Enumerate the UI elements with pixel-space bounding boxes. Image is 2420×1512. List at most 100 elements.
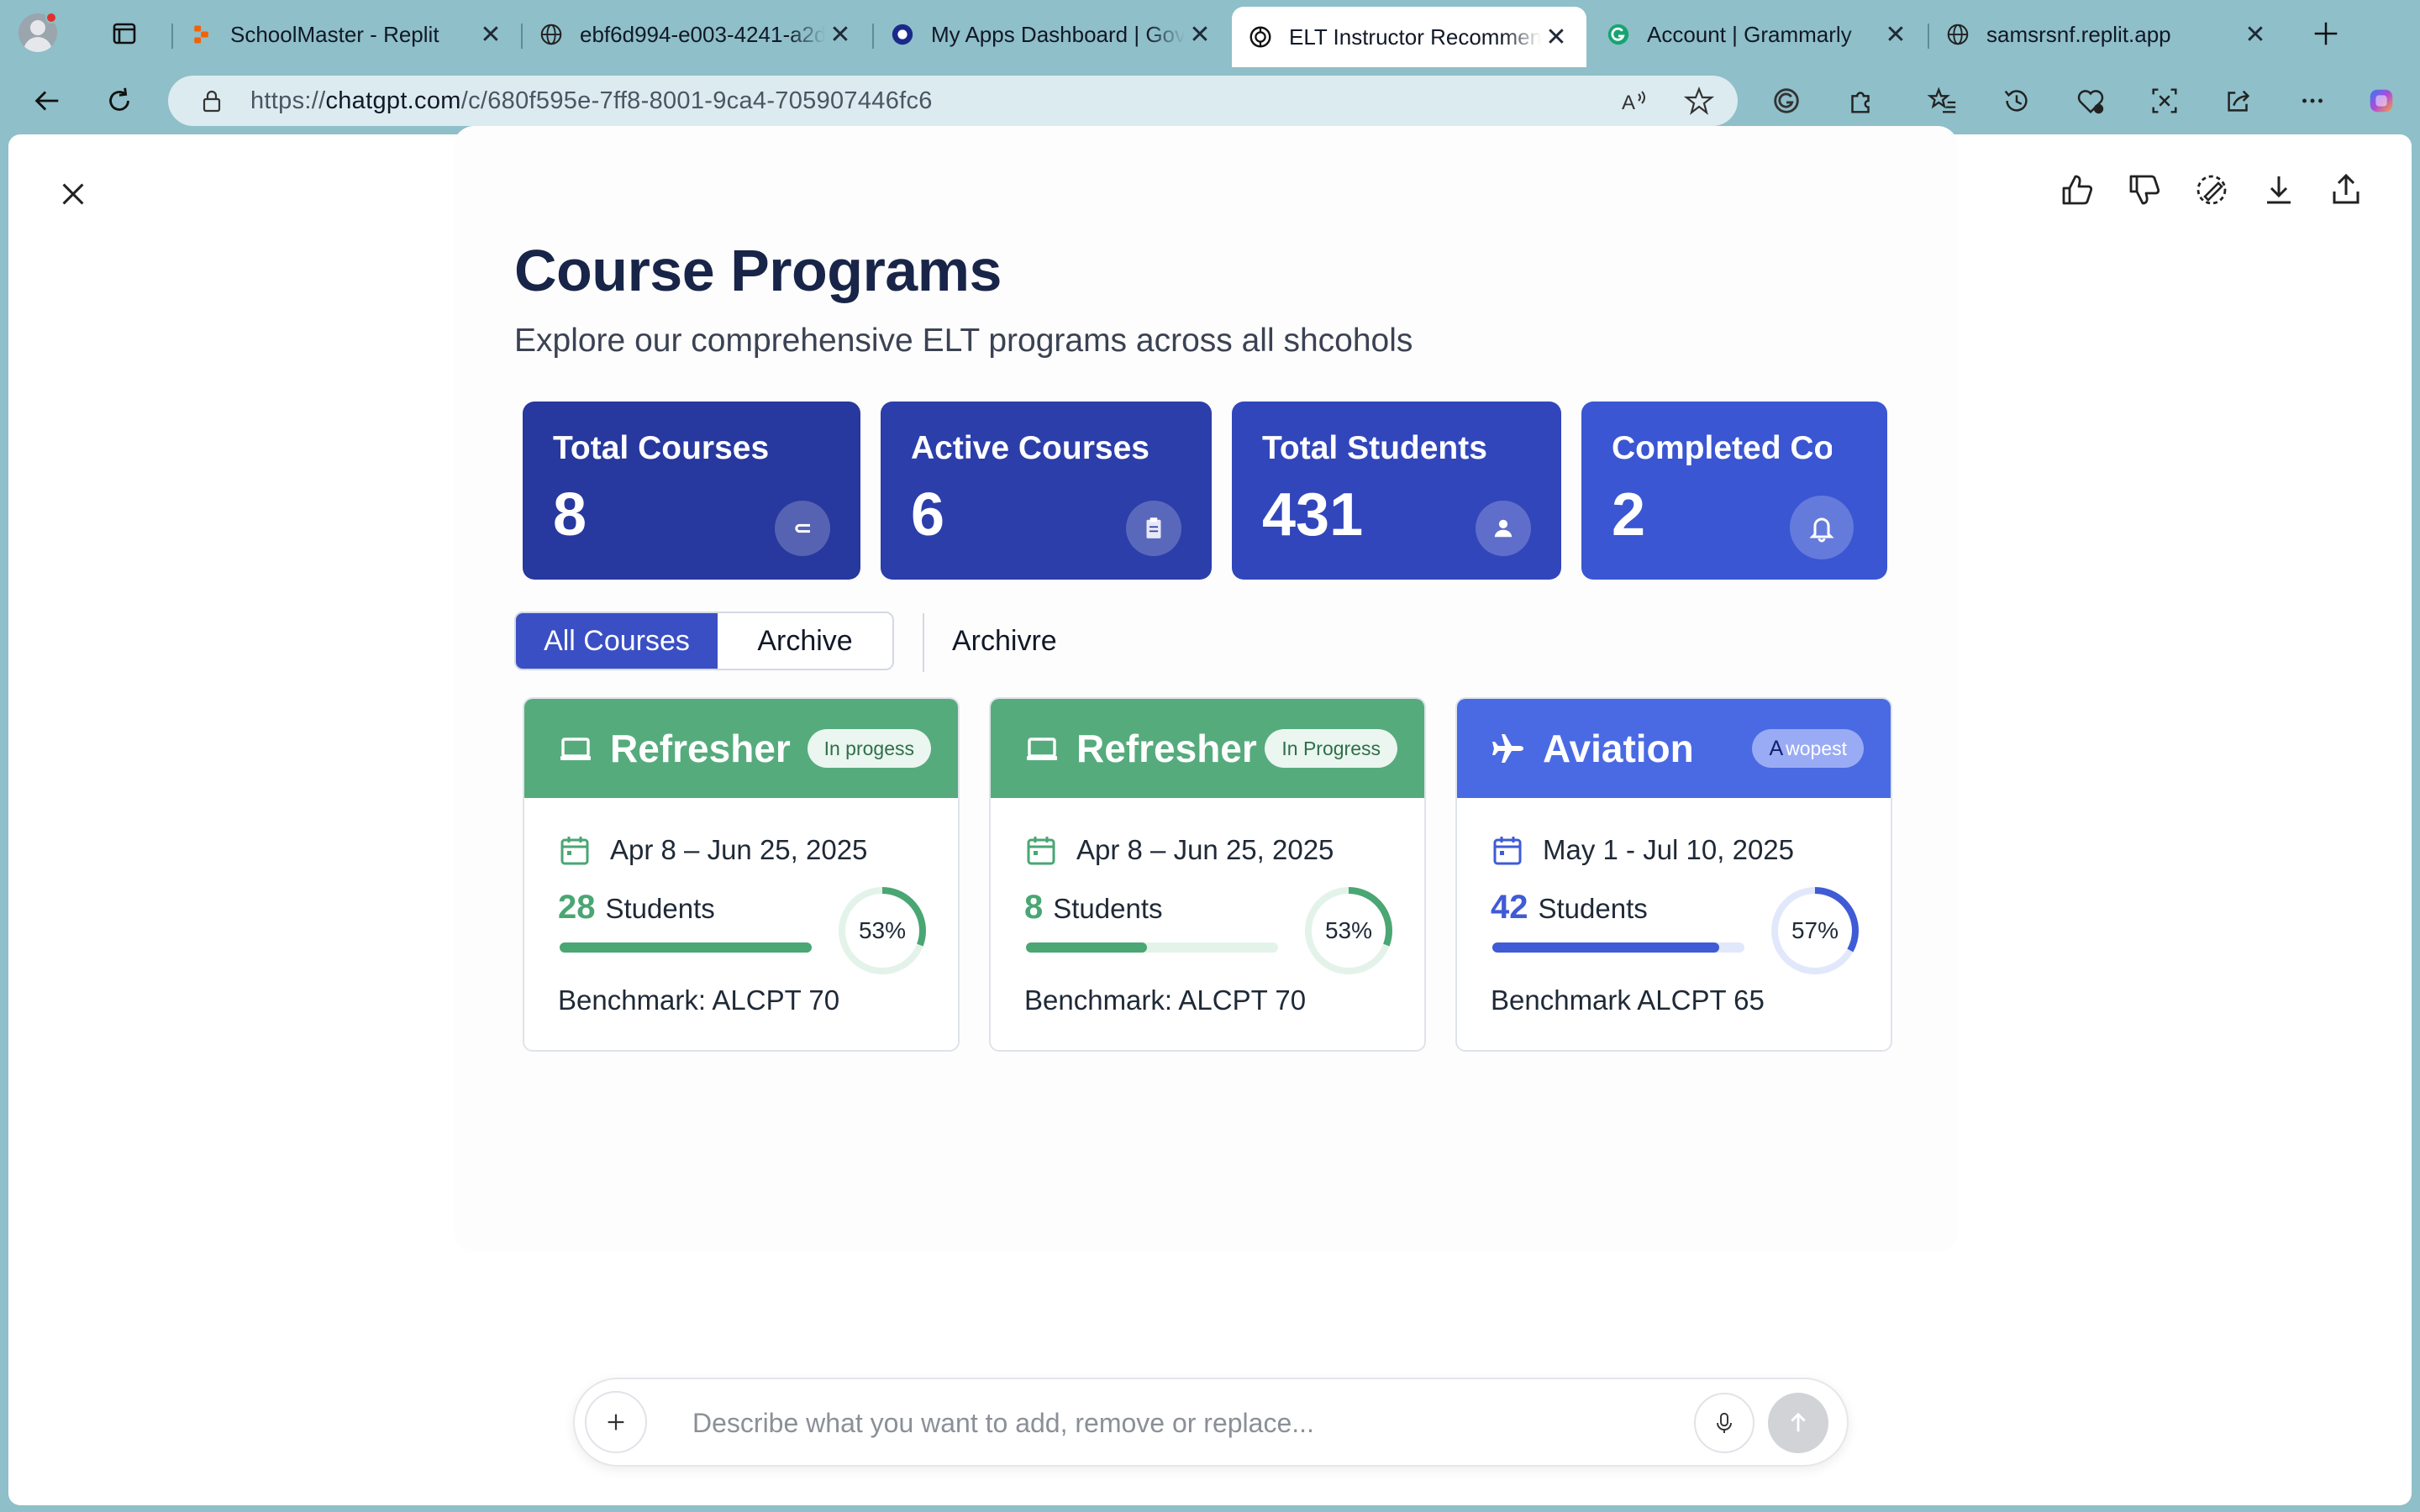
page-subtitle: Explore our comprehensive ELT programs a… — [514, 323, 1413, 359]
tab-title: samsrsnf.replit.app — [1986, 21, 2171, 47]
thumbs-down-icon[interactable] — [2123, 168, 2166, 212]
extensions-puzzle-icon[interactable] — [1844, 84, 1877, 118]
course-name: Refresher — [1076, 727, 1257, 770]
bell-icon — [1790, 496, 1854, 559]
browser-essentials-icon[interactable] — [2074, 84, 2107, 118]
grammarly-icon — [1605, 21, 1632, 48]
stat-card-total-students: Total Students 431 — [1232, 402, 1561, 580]
progress-fill — [1026, 942, 1147, 953]
globe-icon — [1944, 21, 1971, 48]
thumbs-up-icon[interactable] — [2055, 168, 2099, 212]
stat-card-completed-courses: Completed Courses 2 — [1581, 402, 1887, 580]
students-label: Students — [605, 893, 715, 924]
student-count: 8 — [1024, 889, 1044, 926]
page-title: Course Programs — [514, 238, 1002, 303]
filter-all-courses-button[interactable]: All Courses — [516, 613, 718, 669]
screenshot-icon[interactable] — [2148, 84, 2181, 118]
student-count: 42 — [1491, 889, 1528, 926]
course-benchmark: Benchmark: ALCPT 70 — [1024, 984, 1307, 1016]
tab-title: ebf6d994-e003-4241-a2d — [580, 21, 825, 47]
tab-title: ELT Instructor Recommend — [1289, 24, 1541, 50]
student-progress-bar — [1492, 942, 1744, 953]
openai-icon — [1247, 24, 1274, 50]
okta-icon — [889, 21, 916, 48]
student-count: 28 — [558, 889, 596, 926]
close-icon[interactable] — [52, 173, 94, 215]
globe-icon — [538, 21, 565, 48]
students-label: Students — [1538, 893, 1648, 924]
student-progress-bar — [560, 942, 812, 953]
stat-label: Total Students — [1262, 430, 1487, 466]
back-arrow-icon[interactable] — [29, 82, 66, 119]
share-icon[interactable] — [2222, 84, 2255, 118]
download-icon[interactable] — [2257, 168, 2301, 212]
close-tab-icon[interactable]: ✕ — [2240, 19, 2270, 50]
microphone-icon — [1717, 1412, 1732, 1433]
close-tab-icon[interactable]: ✕ — [1185, 19, 1215, 50]
browser-tab-bar: SchoolMaster - Replit ✕ ebf6d994-e003-42… — [0, 0, 2420, 67]
course-benchmark: Benchmark: ALCPT 70 — [558, 984, 840, 1016]
plus-icon — [608, 1414, 624, 1431]
new-tab-icon[interactable] — [2307, 15, 2344, 52]
close-tab-icon[interactable]: ✕ — [1881, 19, 1911, 50]
course-dates: Apr 8 – Jun 25, 2025 — [610, 834, 868, 865]
course-name: Aviation — [1543, 727, 1694, 770]
laptop-icon — [1027, 738, 1057, 760]
filter-archivre-button[interactable]: Archivre — [952, 625, 1057, 658]
close-tab-icon[interactable]: ✕ — [476, 19, 506, 50]
progress-fill — [560, 942, 812, 953]
tab-elt-instructor[interactable]: ELT Instructor Recommend ✕ — [1232, 7, 1586, 67]
arrow-up-icon — [1791, 1412, 1806, 1432]
course-card-refresher-2[interactable]: Refresher In Progress Apr 8 – Jun 25, 20… — [989, 697, 1426, 1052]
completion-percent: 57% — [1791, 917, 1839, 943]
more-options-icon[interactable] — [2296, 84, 2329, 118]
stat-card-total-courses: Total Courses 8 — [523, 402, 860, 580]
stat-card-active-courses: Active Courses 6 — [881, 402, 1212, 580]
completion-percent: 53% — [1324, 917, 1373, 943]
course-card-refresher-1[interactable]: Refresher In progess Apr 8 – Jun 25, 202… — [523, 697, 960, 1052]
tab-schoolmaster[interactable]: SchoolMaster - Replit ✕ — [171, 8, 521, 60]
calendar-icon — [1493, 837, 1522, 865]
airplane-icon — [1492, 734, 1523, 763]
microphone-button[interactable] — [1694, 1393, 1754, 1453]
tab-title: SchoolMaster - Replit — [230, 21, 439, 47]
copilot-icon[interactable] — [2365, 84, 2398, 118]
tab-samsrsnf[interactable]: samsrsnf.replit.app ✕ — [1928, 8, 2286, 60]
filter-divider — [923, 613, 924, 672]
calendar-icon — [560, 837, 589, 865]
url-text: https://chatgpt.com/c/680f595e-7ff8-8001… — [250, 87, 933, 114]
send-button[interactable] — [1768, 1393, 1828, 1453]
status-badge: Awopest — [1752, 729, 1864, 768]
edit-design-icon[interactable] — [2190, 168, 2233, 212]
add-attachment-button[interactable] — [585, 1391, 647, 1453]
read-aloud-icon[interactable]: A — [1620, 86, 1650, 116]
edit-prompt-bar — [573, 1378, 1849, 1467]
completion-percent: 53% — [858, 917, 907, 943]
status-badge: In Progress — [1265, 729, 1397, 768]
close-tab-icon[interactable]: ✕ — [825, 19, 855, 50]
favorites-icon[interactable] — [1926, 84, 1960, 118]
tab-ebf6d994[interactable]: ebf6d994-e003-4241-a2d ✕ — [521, 8, 871, 60]
clipboard-icon — [1126, 501, 1181, 556]
lock-icon — [203, 90, 221, 113]
close-tab-icon[interactable]: ✕ — [1541, 22, 1571, 52]
user-icon — [1476, 501, 1531, 556]
tab-my-apps-dashboard[interactable]: My Apps Dashboard | Gov ✕ — [872, 8, 1230, 60]
edit-prompt-input[interactable] — [692, 1401, 1617, 1445]
address-bar[interactable]: https://chatgpt.com/c/680f595e-7ff8-8001… — [168, 76, 1738, 126]
share-upload-icon[interactable] — [2324, 168, 2368, 212]
grammarly-extension-icon[interactable] — [1770, 84, 1803, 118]
reload-icon[interactable] — [101, 82, 138, 119]
link-icon — [775, 501, 830, 556]
course-dates: Apr 8 – Jun 25, 2025 — [1076, 834, 1334, 865]
students-label: Students — [1053, 893, 1163, 924]
course-name: Refresher — [610, 727, 791, 770]
filter-archive-button[interactable]: Archive — [718, 613, 892, 669]
laptop-icon — [560, 738, 591, 760]
tab-actions-icon[interactable] — [108, 17, 141, 50]
course-card-aviation[interactable]: Aviation Awopest May 1 - Jul 10, 2025 42… — [1455, 697, 1892, 1052]
tab-grammarly-account[interactable]: Account | Grammarly ✕ — [1590, 8, 1926, 60]
favorite-star-icon[interactable] — [1684, 86, 1714, 116]
history-icon[interactable] — [2000, 84, 2033, 118]
course-filter-group: All Courses Archive — [514, 612, 894, 670]
